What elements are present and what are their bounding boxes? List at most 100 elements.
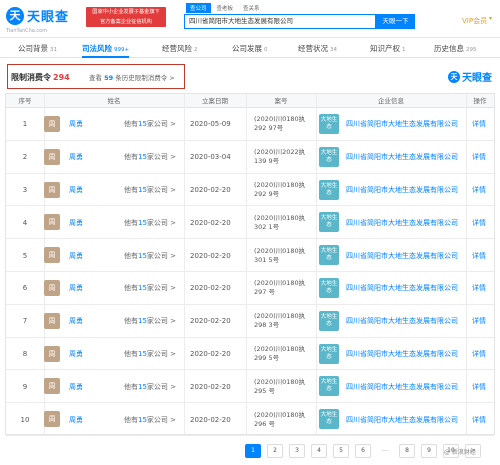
owned-prefix: 他有 [124,120,138,129]
company-link[interactable]: 四川省简阳市大地生态发展有限公司 [346,305,464,338]
company-link[interactable]: 四川省简阳市大地生态发展有限公司 [346,272,464,305]
company-link[interactable]: 四川省简阳市大地生态发展有限公司 [346,239,464,272]
person-name[interactable]: 周勇 [69,370,83,403]
details-link[interactable]: 详情 [472,239,486,272]
table-row: 8 周周勇 他有 15 家公司 > 2020-02-20 (2020)川0180执299… [6,338,494,371]
company-link[interactable]: 四川省简阳市大地生态发展有限公司 [346,370,464,403]
tab-label: 历史信息 [434,44,464,53]
category-nav: 公司背景 31 司法风险 999+ 经营风险 2 公司发展 0 经营状况 34 知识产权 1… [0,41,500,58]
person-name[interactable]: 周勇 [69,174,83,207]
history-link[interactable]: 查看 59 条历史限制消费令 > [89,72,175,82]
owned-suffix: 家公司 > [146,218,177,227]
vip-link[interactable]: VIP会员 [462,16,487,26]
page-button[interactable]: 6 [355,444,371,458]
search-tabs: 查公司 查老板 查关系 [186,3,266,13]
tab-company-development[interactable]: 公司发展 0 [232,41,268,58]
company-link[interactable]: 四川省简阳市大地生态发展有限公司 [346,338,464,371]
tab-operating-status[interactable]: 经营状况 34 [298,41,337,58]
row-index: 3 [22,185,28,194]
company-avatar: 大地生态 [319,179,339,200]
company-link[interactable]: 四川省简阳市大地生态发展有限公司 [346,141,464,174]
person-avatar: 周 [44,378,60,395]
details-link[interactable]: 详情 [472,403,486,436]
companies-owned-link[interactable]: 他有 15 家公司 > [124,305,176,338]
tab-operating-risk[interactable]: 经营风险 2 [162,41,198,58]
company-link[interactable]: 四川省简阳市大地生态发展有限公司 [346,108,464,141]
person-name[interactable]: 周勇 [69,239,83,272]
person-avatar: 周 [44,116,60,132]
owned-count: 15 [138,284,147,293]
details-link[interactable]: 详情 [472,141,486,174]
details-link[interactable]: 详情 [472,174,486,207]
table-row: 1 周周勇 他有 15 家公司 > 2020-05-09 (2020)川0180执292… [6,108,494,141]
tab-label: 经营风险 [162,44,192,53]
person-name[interactable]: 周勇 [69,141,83,174]
page-button[interactable]: 3 [289,444,305,458]
logo-subtitle: TianYanCha.com [6,28,48,34]
person-avatar: 周 [44,345,60,362]
company-link[interactable]: 四川省简阳市大地生态发展有限公司 [346,206,464,239]
companies-owned-link[interactable]: 他有 15 家公司 > [124,174,176,207]
section-title: 限制消费令 294 [11,72,70,83]
details-link[interactable]: 详情 [472,272,486,305]
details-link[interactable]: 详情 [472,206,486,239]
page-button[interactable]: 8 [399,444,415,458]
tab-count: 1 [402,47,406,53]
filing-date: 2020-05-09 [190,120,231,129]
details-link[interactable]: 详情 [472,338,486,371]
page-button[interactable]: 5 [333,444,349,458]
tab-company-background[interactable]: 公司背景 31 [18,41,57,58]
search-tab-company[interactable]: 查公司 [186,3,211,13]
search-input[interactable]: 四川省简阳市大地生态发展有限公司 [184,14,376,29]
company-avatar: 大地生态 [319,310,339,331]
owned-prefix: 他有 [124,317,138,326]
filing-date: 2020-02-20 [190,251,231,260]
companies-owned-link[interactable]: 他有 15 家公司 > [124,370,176,403]
companies-owned-link[interactable]: 他有 15 家公司 > [124,403,176,436]
search-tab-relation[interactable]: 查关系 [239,3,264,13]
details-link[interactable]: 详情 [472,305,486,338]
watermark-icon: 天 [448,70,460,83]
companies-owned-link[interactable]: 他有 15 家公司 > [124,239,176,272]
owned-count: 15 [138,153,147,162]
tab-judicial-risk[interactable]: 司法风险 999+ [82,41,130,58]
companies-owned-link[interactable]: 他有 15 家公司 > [124,206,176,239]
page-button[interactable]: 1 [245,444,261,458]
person-name[interactable]: 周勇 [69,206,83,239]
tab-intellectual-property[interactable]: 知识产权 1 [370,41,406,58]
tab-label: 公司背景 [18,44,48,53]
details-link[interactable]: 详情 [472,108,486,141]
tab-label: 公司发展 [232,44,262,53]
owned-count: 15 [138,382,147,391]
person-name[interactable]: 周勇 [69,272,83,305]
companies-owned-link[interactable]: 他有 15 家公司 > [124,141,176,174]
person-name[interactable]: 周勇 [69,108,83,141]
person-name[interactable]: 周勇 [69,305,83,338]
details-link[interactable]: 详情 [472,370,486,403]
table-row: 4 周周勇 他有 15 家公司 > 2020-02-20 (2020)川0180执302… [6,206,494,240]
search-button[interactable]: 天眼一下 [376,14,415,29]
company-link[interactable]: 四川省简阳市大地生态发展有限公司 [346,403,464,436]
owned-count: 15 [138,218,147,227]
row-index: 1 [22,120,28,129]
header-index: 序号 [18,97,32,105]
companies-owned-link[interactable]: 他有 15 家公司 > [124,338,176,371]
chevron-down-icon[interactable]: ▾ [489,15,492,22]
company-link[interactable]: 四川省简阳市大地生态发展有限公司 [346,174,464,207]
owned-count: 15 [138,251,147,260]
tab-history[interactable]: 历史信息 295 [434,41,477,58]
person-name[interactable]: 周勇 [69,403,83,436]
page-button[interactable]: 4 [311,444,327,458]
case-number: (2020)川0180执295 号 [254,377,306,395]
logo[interactable]: 天 天眼查 [6,6,69,25]
header-company: 企业信息 [378,97,404,105]
tab-label: 司法风险 [82,44,112,53]
companies-owned-link[interactable]: 他有 15 家公司 > [124,108,176,141]
page-button[interactable]: 9 [421,444,437,458]
tab-count: 999+ [114,47,130,53]
search-tab-boss[interactable]: 查老板 [213,3,238,13]
owned-suffix: 家公司 > [146,251,177,260]
page-button[interactable]: 2 [267,444,283,458]
companies-owned-link[interactable]: 他有 15 家公司 > [124,272,176,305]
person-name[interactable]: 周勇 [69,338,83,371]
